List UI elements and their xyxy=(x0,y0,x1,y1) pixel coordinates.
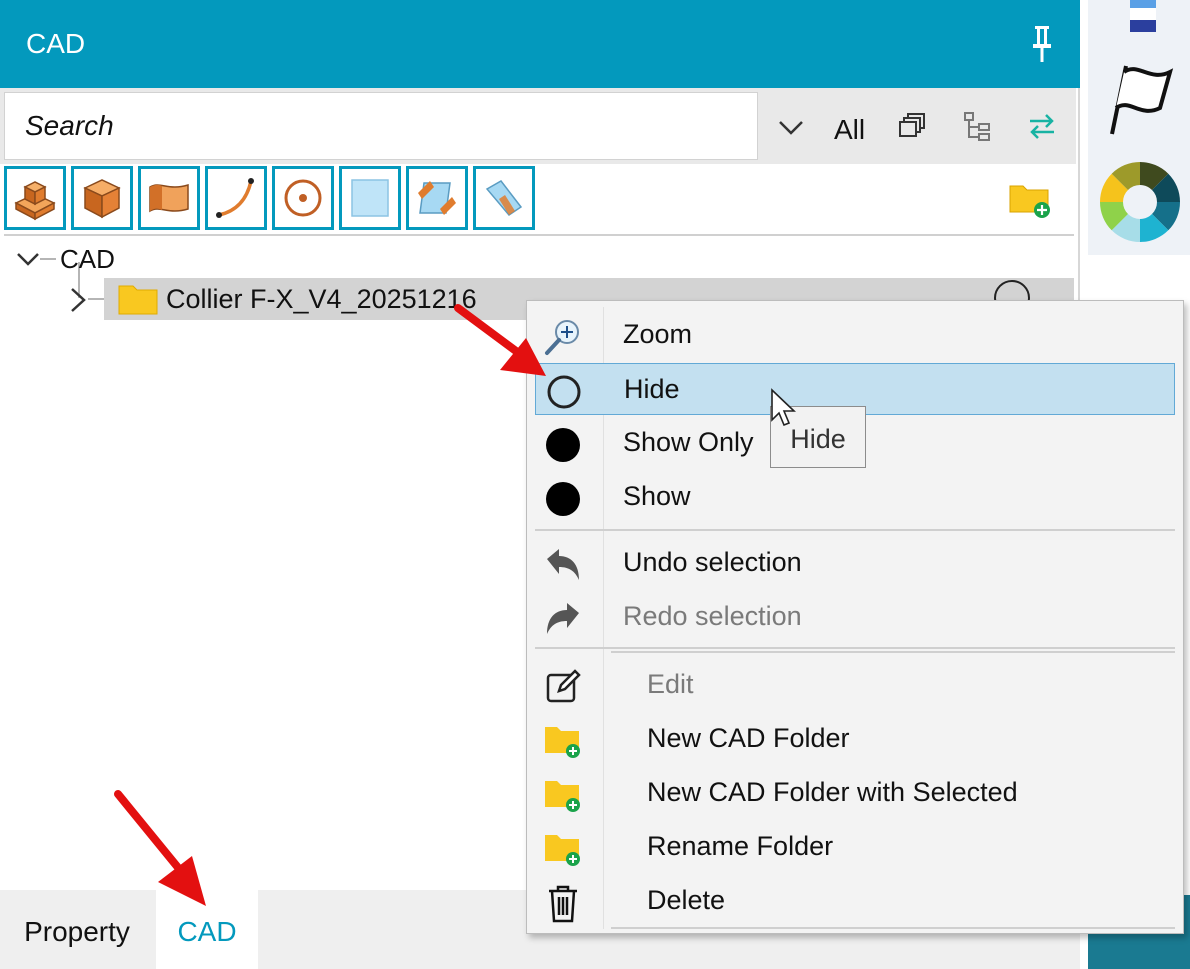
color-wheel-icon[interactable] xyxy=(1098,160,1182,244)
trash-icon xyxy=(543,883,583,923)
menu-item-label: Rename Folder xyxy=(647,831,834,861)
menu-item-label: Redo selection xyxy=(623,601,802,631)
context-menu: Zoom Hide Show Only Show Undo selection xyxy=(526,300,1184,934)
flag-icon[interactable] xyxy=(1104,58,1176,138)
redo-icon xyxy=(543,599,583,639)
folder-add-icon xyxy=(543,721,583,761)
new-folder-icon[interactable] xyxy=(1008,180,1052,220)
edit-icon xyxy=(543,667,583,707)
mouse-cursor-icon xyxy=(771,388,796,427)
surface-icon xyxy=(149,183,189,213)
menu-item-redo-selection[interactable]: Redo selection xyxy=(535,591,1175,643)
menu-item-label: New CAD Folder xyxy=(647,723,850,753)
tree-root-cad[interactable]: CAD xyxy=(16,244,115,274)
filled-circle-icon xyxy=(543,425,583,465)
point-icon xyxy=(284,179,322,217)
menu-separator xyxy=(535,529,1175,531)
folder-add-icon xyxy=(543,829,583,869)
plane-icon xyxy=(351,179,389,217)
tree-item-label: Collier F-X_V4_20251216 xyxy=(166,284,477,314)
menu-item-label: Show xyxy=(623,481,691,511)
folder-icon xyxy=(118,285,158,315)
box-filter-button[interactable] xyxy=(71,166,133,230)
menu-item-label: Show Only xyxy=(623,427,754,457)
menu-item-zoom[interactable]: Zoom xyxy=(535,309,1175,361)
chevron-right-icon[interactable] xyxy=(66,286,90,314)
tree-structure-icon[interactable] xyxy=(962,110,994,142)
menu-item-rename-folder[interactable]: Rename Folder xyxy=(535,821,1175,873)
menu-item-label: Hide xyxy=(624,374,680,404)
chevron-down-icon[interactable] xyxy=(16,249,40,269)
cad-filter-toolbar xyxy=(4,166,535,232)
panel-title: CAD xyxy=(26,28,86,59)
filled-circle-icon xyxy=(543,479,583,519)
filter-all-label[interactable]: All xyxy=(834,114,865,146)
sheet-icon xyxy=(418,181,456,215)
annotation-arrow-icon xyxy=(454,304,546,376)
point-filter-button[interactable] xyxy=(272,166,334,230)
menu-item-label: Edit xyxy=(647,669,694,699)
surface-filter-button[interactable] xyxy=(138,166,200,230)
menu-item-label: Delete xyxy=(647,885,726,915)
panel-titlebar: CAD xyxy=(0,0,1080,88)
sheet-filter-button[interactable] xyxy=(406,166,468,230)
box-icon xyxy=(83,179,121,219)
solid-filter-button[interactable] xyxy=(4,166,66,230)
tree-root-label: CAD xyxy=(60,243,115,274)
tree-connector xyxy=(88,298,104,300)
layers-color-icon[interactable] xyxy=(1128,0,1158,34)
menu-item-new-cad-folder-with-selected[interactable]: New CAD Folder with Selected xyxy=(535,767,1175,819)
menu-item-edit[interactable]: Edit xyxy=(535,659,1175,711)
right-toolstrip-top xyxy=(1088,0,1190,255)
menu-item-label: Zoom xyxy=(623,319,693,349)
annotation-arrow-icon xyxy=(114,790,206,906)
folder-add-icon xyxy=(543,775,583,815)
menu-separator xyxy=(611,927,1175,929)
menu-separator xyxy=(611,651,1175,653)
plane-filter-button[interactable] xyxy=(339,166,401,230)
menu-item-label: Undo selection xyxy=(623,547,802,577)
menu-separator xyxy=(535,647,1175,649)
layer-icon xyxy=(485,180,523,216)
menu-item-delete[interactable]: Delete xyxy=(535,875,1175,927)
curve-filter-button[interactable] xyxy=(205,166,267,230)
toolbar-divider xyxy=(4,234,1074,236)
pin-icon[interactable] xyxy=(1028,24,1056,64)
search-toolbar: All xyxy=(0,88,1076,164)
collapse-all-icon[interactable] xyxy=(896,110,928,142)
undo-icon xyxy=(543,545,583,585)
solid-icon xyxy=(14,181,56,221)
menu-item-show[interactable]: Show xyxy=(535,471,1175,523)
chevron-down-icon[interactable] xyxy=(776,112,806,142)
curve-icon xyxy=(216,178,254,218)
menu-item-undo-selection[interactable]: Undo selection xyxy=(535,537,1175,589)
search-input[interactable] xyxy=(4,92,758,160)
sync-arrows-icon[interactable] xyxy=(1026,110,1058,142)
menu-item-new-cad-folder[interactable]: New CAD Folder xyxy=(535,713,1175,765)
menu-item-label: New CAD Folder with Selected xyxy=(647,777,1018,807)
layer-filter-button[interactable] xyxy=(473,166,535,230)
